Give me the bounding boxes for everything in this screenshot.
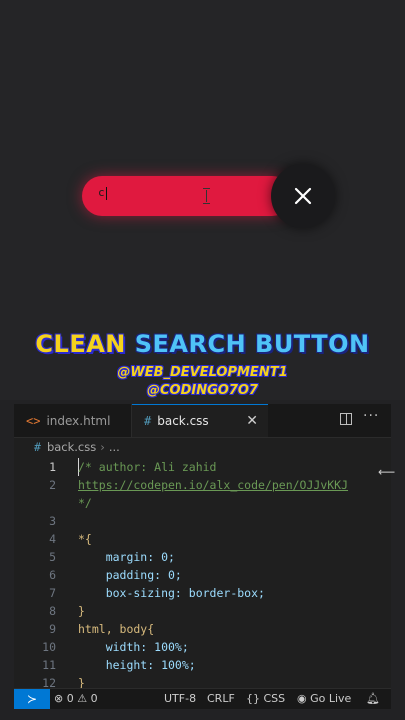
code-line: 4 *{ bbox=[14, 530, 391, 548]
channel-handle-1: @WEB_DEVELOPMENT1 bbox=[117, 365, 288, 380]
tab-index-html[interactable]: <> index.html bbox=[14, 404, 132, 437]
title-word-search-button: SEARCH BUTTON bbox=[134, 330, 370, 358]
code-line: 6 padding: 0; bbox=[14, 566, 391, 584]
braces-icon: {} bbox=[246, 692, 260, 705]
status-bar: ≻ ⊗ 0 ⚠ 0 UTF-8 CRLF {} CSS ◉ Go Live 🔔︎ bbox=[14, 688, 391, 709]
channel-handle-2: @CODINGO7O7 bbox=[147, 383, 258, 398]
code-line: */ bbox=[14, 494, 391, 512]
eol-status[interactable]: CRLF bbox=[207, 692, 235, 705]
more-actions-icon[interactable]: ··· bbox=[363, 408, 379, 424]
breadcrumb-file[interactable]: back.css bbox=[47, 440, 96, 454]
code-text: } bbox=[78, 604, 85, 618]
code-line: 10 width: 100%; bbox=[14, 638, 391, 656]
line-number: 2 bbox=[49, 478, 56, 492]
close-icon bbox=[294, 187, 312, 205]
code-text: html, body{ bbox=[78, 622, 155, 636]
line-number: 11 bbox=[42, 658, 56, 672]
search-input[interactable]: c bbox=[82, 176, 292, 216]
line-number: 10 bbox=[42, 640, 56, 654]
code-line: 1 /* author: Ali zahid bbox=[14, 458, 391, 476]
css-file-icon: # bbox=[34, 440, 41, 454]
search-input-value: c bbox=[98, 186, 107, 200]
go-live-label: Go Live bbox=[310, 692, 352, 705]
line-number: 4 bbox=[49, 532, 56, 546]
line-number: 8 bbox=[49, 604, 56, 618]
code-line: 11 height: 100%; bbox=[14, 656, 391, 674]
language-label: CSS bbox=[263, 692, 286, 705]
code-text: width: 100%; bbox=[78, 640, 189, 654]
video-title: CLEAN SEARCH BUTTON bbox=[0, 330, 405, 358]
close-button[interactable] bbox=[271, 164, 335, 228]
error-icon: ⊗ bbox=[54, 692, 64, 705]
split-editor-icon[interactable] bbox=[340, 413, 352, 425]
line-number: 1 bbox=[49, 460, 56, 474]
html-file-icon: <> bbox=[26, 413, 41, 428]
code-line: 8 } bbox=[14, 602, 391, 620]
line-number: 6 bbox=[49, 568, 56, 582]
notifications-bell-icon[interactable]: 🔔︎ bbox=[366, 692, 380, 705]
close-tab-icon[interactable]: ✕ bbox=[246, 413, 258, 429]
text-cursor-icon bbox=[203, 188, 210, 204]
code-area[interactable]: 1 /* author: Ali zahid 2 https://codepen… bbox=[14, 458, 391, 690]
scroll-position-icon[interactable]: ⟵ bbox=[378, 465, 395, 479]
code-text: height: 100%; bbox=[78, 658, 196, 672]
code-line: 9 html, body{ bbox=[14, 620, 391, 638]
line-number: 5 bbox=[49, 550, 56, 564]
tab-back-css[interactable]: # back.css ✕ bbox=[132, 404, 268, 437]
line-number: 9 bbox=[49, 622, 56, 636]
tab-label: index.html bbox=[46, 413, 111, 428]
code-text: box-sizing: border-box; bbox=[78, 586, 265, 600]
go-live-button[interactable]: ◉ Go Live bbox=[297, 692, 351, 705]
code-line: 2 https://codepen.io/alx_code/pen/OJJvKK… bbox=[14, 476, 391, 494]
code-text: padding: 0; bbox=[78, 568, 182, 582]
warning-icon: ⚠ bbox=[77, 692, 88, 705]
encoding-status[interactable]: UTF-8 bbox=[164, 692, 196, 705]
error-count: 0 bbox=[66, 692, 74, 705]
code-line: 5 margin: 0; bbox=[14, 548, 391, 566]
code-editor: <> index.html # back.css ✕ ··· # back.cs… bbox=[14, 404, 395, 709]
tab-label: back.css bbox=[157, 414, 209, 428]
language-status[interactable]: {} CSS bbox=[246, 692, 285, 705]
breadcrumb: # back.css › ... bbox=[14, 437, 391, 457]
code-text: *{ bbox=[78, 532, 92, 546]
line-number: 7 bbox=[49, 586, 56, 600]
line-number: 3 bbox=[49, 514, 56, 528]
code-line: 3 bbox=[14, 512, 391, 530]
breadcrumb-separator: › bbox=[100, 440, 105, 454]
breadcrumb-more[interactable]: ... bbox=[109, 440, 120, 454]
warning-count: 0 bbox=[90, 692, 98, 705]
code-line: 7 box-sizing: border-box; bbox=[14, 584, 391, 602]
editor-tab-bar: <> index.html # back.css ✕ ··· bbox=[14, 404, 391, 438]
code-text: margin: 0; bbox=[78, 550, 175, 564]
css-file-icon: # bbox=[144, 414, 152, 428]
code-text: /* author: Ali zahid bbox=[78, 460, 217, 474]
code-text: */ bbox=[78, 496, 92, 510]
title-word-clean: CLEAN bbox=[35, 330, 126, 358]
remote-indicator-icon[interactable]: ≻ bbox=[14, 689, 50, 709]
broadcast-icon: ◉ bbox=[297, 692, 307, 705]
problems-indicator[interactable]: ⊗ 0 ⚠ 0 bbox=[54, 692, 98, 705]
code-text[interactable]: https://codepen.io/alx_code/pen/OJJvKKJ bbox=[78, 476, 348, 494]
